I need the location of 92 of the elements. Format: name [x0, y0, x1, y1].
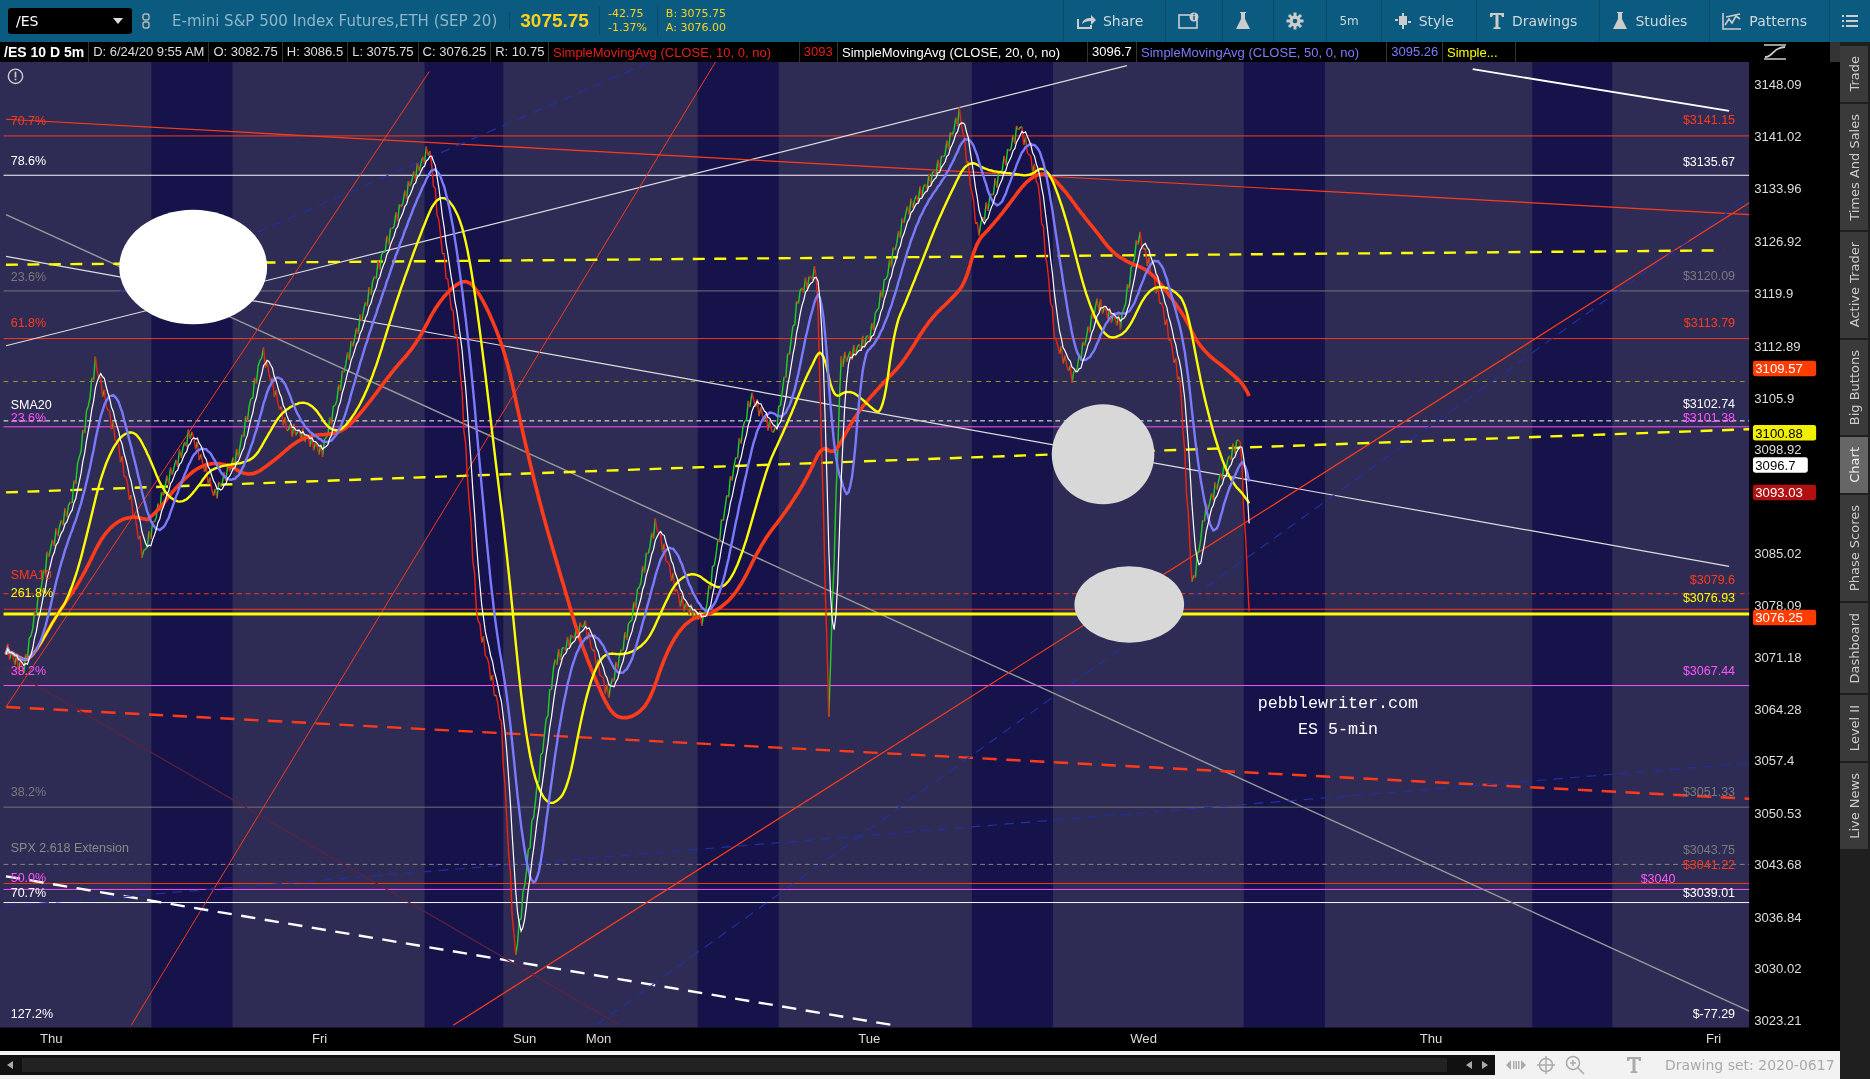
- level-label: 61.8%: [10, 315, 47, 330]
- level-label: 23.6%: [10, 270, 47, 285]
- level-label: 23.6%: [10, 411, 47, 426]
- flask-icon: [1235, 11, 1252, 31]
- settings-icon: [1286, 12, 1305, 30]
- net-change: -42.75: [607, 7, 645, 21]
- study-name: SimpleMovingAvg (CLOSE, 50, 0, no): [1140, 45, 1359, 60]
- price-tick-label: 3105.9: [1754, 391, 1795, 406]
- price-tick-label: 3098.92: [1754, 442, 1802, 458]
- price-badge: 3100.88: [1752, 425, 1817, 441]
- link-icon[interactable]: [142, 13, 150, 29]
- bid-price: B: 3075.75: [665, 7, 727, 21]
- time-label: Thu: [1419, 1031, 1443, 1047]
- level-label: $3135.67: [1682, 154, 1736, 169]
- chart-caption: pebblewriter.com: [1257, 694, 1419, 714]
- price-tick-label: 3043.68: [1754, 857, 1802, 873]
- level-label: $3040: [1640, 872, 1676, 887]
- price-tick-label: 3112.89: [1754, 338, 1801, 354]
- level-label: 78.6%: [10, 153, 47, 168]
- right-arrow-icon[interactable]: [1481, 1060, 1489, 1070]
- sidebar-tab[interactable]: Active Trader: [1840, 232, 1868, 338]
- price-tick-label: 3023.21: [1754, 1013, 1802, 1029]
- level-label: $3113.79: [1683, 315, 1736, 330]
- level-label: 70.7%: [10, 885, 47, 900]
- price-tick-label: 3141.02: [1754, 128, 1802, 144]
- price-tick-label: 3036.84: [1754, 909, 1802, 925]
- price-tick-label: 3119.9: [1754, 286, 1794, 302]
- level-label: SPX 2.618 Extension: [10, 841, 129, 856]
- instrument-name: E-mini S&P 500 Index Futures,ETH (SEP 20): [172, 12, 511, 30]
- price-tick-label: 3057.4: [1754, 753, 1795, 769]
- curve-icon[interactable]: [1762, 43, 1788, 61]
- time-label: Mon: [585, 1031, 612, 1047]
- sidebar-tab[interactable]: Level II: [1840, 695, 1868, 762]
- price-badge: 3096.7: [1752, 457, 1808, 473]
- level-label: 127.2%: [10, 1007, 54, 1022]
- level-label: $-77.29: [1692, 1007, 1736, 1022]
- time-label: Wed: [1130, 1031, 1157, 1047]
- level-label: 38.2%: [10, 785, 47, 800]
- sidebar-tab[interactable]: Dashboard: [1840, 602, 1868, 694]
- last-price: 3075.75: [520, 10, 589, 32]
- sidebar-tab[interactable]: Big Buttons: [1840, 339, 1868, 435]
- time-label: Fri: [1705, 1031, 1722, 1047]
- time-label: Thu: [40, 1031, 63, 1047]
- sidebar-tab[interactable]: Chart: [1840, 436, 1868, 493]
- level-label: $3039.01: [1682, 885, 1736, 900]
- menu-icon: [1842, 14, 1858, 28]
- symbol-field[interactable]: /ES: [8, 8, 132, 34]
- time-label: Tue: [858, 1031, 881, 1047]
- price-tick-label: 3050.53: [1754, 805, 1802, 821]
- study-name: SimpleMovingAvg (CLOSE, 20, 0, no): [841, 45, 1060, 60]
- scrollbar[interactable]: [0, 1055, 1495, 1075]
- info-card-icon: [1178, 12, 1201, 30]
- caret-icon: [112, 17, 124, 25]
- level-label: SMA20: [10, 397, 52, 412]
- text-tool-icon: [1488, 12, 1505, 30]
- time-label: Fri: [311, 1031, 328, 1047]
- flask-icon: [1612, 11, 1629, 31]
- price-tick-label: 3030.02: [1754, 960, 1802, 976]
- study-name: Simple...: [1447, 45, 1498, 60]
- price-tick-label: 3133.96: [1754, 181, 1802, 197]
- sidebar-tab[interactable]: Trade: [1840, 46, 1868, 102]
- level-label: $3076.93: [1682, 591, 1736, 606]
- level-label: $3043.75: [1682, 842, 1736, 857]
- level-label: $3051.33: [1682, 785, 1736, 800]
- sidebar-tab[interactable]: Live News: [1840, 763, 1868, 850]
- ask-price: A: 3076.00: [665, 21, 727, 35]
- panel-handle[interactable]: [1830, 42, 1840, 62]
- left-arrow-icon[interactable]: [6, 1060, 14, 1070]
- price-tick-label: 3148.09: [1754, 77, 1802, 93]
- sidebar-tab[interactable]: Phase Scores: [1840, 494, 1868, 601]
- level-label: $3101.38: [1682, 411, 1736, 426]
- price-badge: 3076.25: [1752, 609, 1817, 626]
- chart-caption: ES 5-min: [1297, 720, 1379, 740]
- price-tick-label: 3071.18: [1754, 649, 1802, 665]
- share-icon: [1075, 13, 1096, 29]
- level-label: $3102.74: [1682, 396, 1736, 411]
- percent-change: -1.37%: [607, 21, 647, 35]
- level-label: $3120.09: [1682, 269, 1736, 284]
- price-tick-label: 3126.92: [1754, 233, 1802, 249]
- study-name: SimpleMovingAvg (CLOSE, 10, 0, no): [553, 45, 772, 60]
- price-tick-label: 3064.28: [1754, 702, 1802, 718]
- level-label: $3067.44: [1682, 663, 1736, 678]
- candlestick-icon: [1393, 12, 1412, 30]
- level-label: $3041.22: [1682, 858, 1736, 873]
- left-arrow-icon[interactable]: [1465, 1060, 1473, 1070]
- pattern-chart-icon: [1722, 12, 1743, 30]
- time-label: Sun: [513, 1031, 537, 1047]
- price-tick-label: 3085.02: [1754, 546, 1802, 561]
- level-label: $3079.6: [1689, 573, 1736, 588]
- level-label: $3141.15: [1682, 113, 1736, 127]
- alert-icon[interactable]: [7, 68, 24, 85]
- sidebar-tab[interactable]: Times And Sales: [1840, 103, 1868, 231]
